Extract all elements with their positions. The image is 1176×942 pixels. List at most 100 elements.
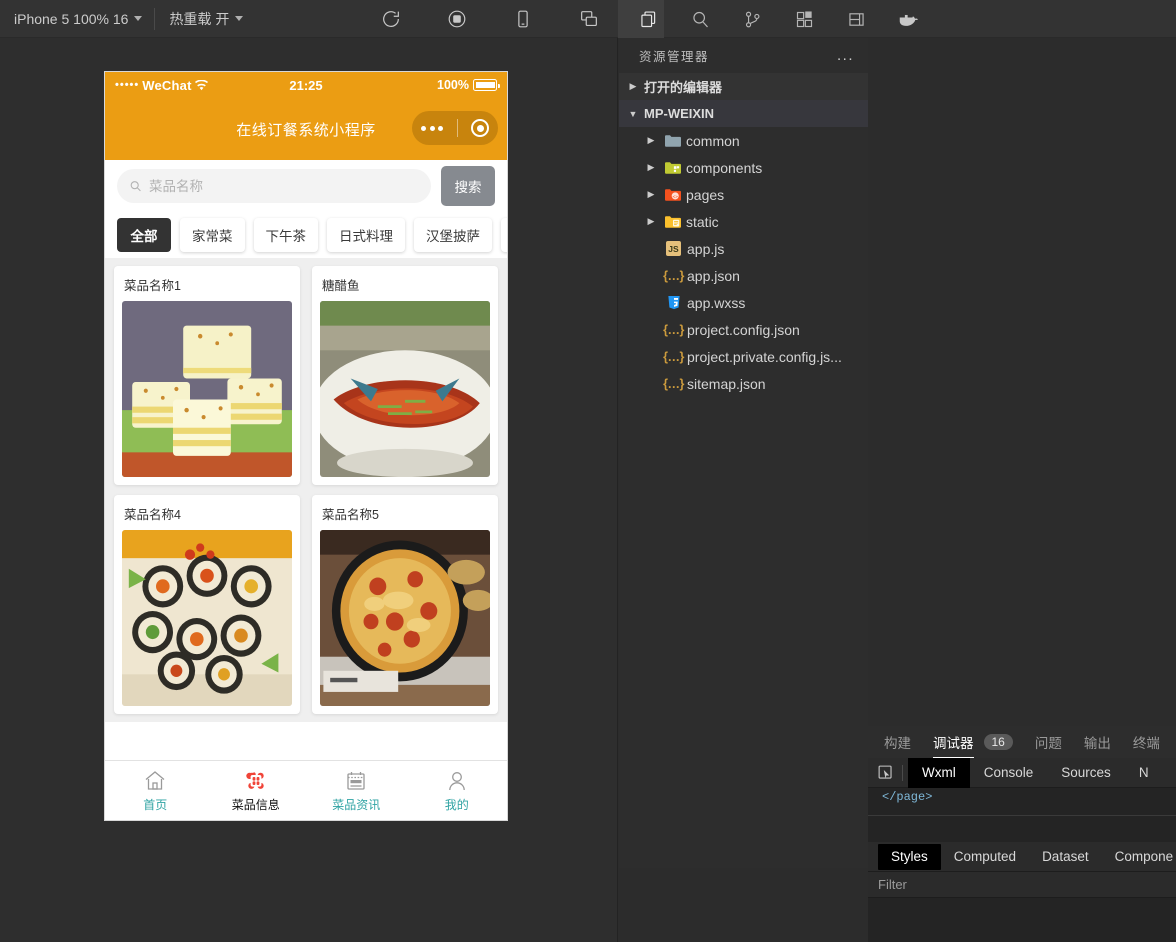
search-icon xyxy=(130,181,141,192)
search-button[interactable]: 搜索 xyxy=(441,166,495,206)
tab-profile[interactable]: 我的 xyxy=(407,769,508,813)
extensions-icon[interactable] xyxy=(788,4,820,34)
category-tab-all[interactable]: 全部 xyxy=(117,218,171,252)
debugger-panel: 构建 调试器 16 问题 输出 终端 Wxml Console Sources … xyxy=(868,726,1176,942)
hot-reload-selector[interactable]: 热重载 开 xyxy=(155,0,255,38)
page-title: 在线订餐系统小程序 xyxy=(236,121,376,139)
search-icon[interactable] xyxy=(684,4,716,34)
tree-item-static[interactable]: ▶ static xyxy=(619,208,868,235)
source-control-icon[interactable] xyxy=(736,4,768,34)
sushi-roll-dish-image xyxy=(122,530,292,706)
category-tab-homestyle[interactable]: 家常菜 xyxy=(180,218,245,252)
battery-area: 100% xyxy=(437,78,500,92)
tab-profile-label: 我的 xyxy=(444,797,469,812)
tree-item-components[interactable]: ▶ components xyxy=(619,154,868,181)
search-row: 搜索 xyxy=(105,160,507,212)
explorer-header: 资源管理器 ... xyxy=(619,38,868,73)
news-icon xyxy=(347,771,365,790)
tab-dish-news[interactable]: 菜品资讯 xyxy=(306,769,407,813)
devtools-tab-wxml[interactable]: Wxml xyxy=(908,757,970,788)
section-mp-weixin-label: MP-WEIXIN xyxy=(644,106,715,121)
tree-item-app-js[interactable]: JS app.js xyxy=(619,235,868,262)
styles-tabs: Styles Computed Dataset Compone xyxy=(868,842,1176,872)
panel-tab-output[interactable]: 输出 xyxy=(1084,726,1111,758)
panel-tabs: 构建 调试器 16 问题 输出 终端 xyxy=(868,726,1176,758)
category-tab-japanese[interactable]: 日式料理 xyxy=(327,218,405,252)
grid-flower-icon xyxy=(246,771,264,789)
search-box[interactable] xyxy=(117,169,431,203)
tree-item-label: app.js xyxy=(687,240,725,257)
category-tab-burgerpizza[interactable]: 汉堡披萨 xyxy=(414,218,492,252)
tree-item-project-private-config[interactable]: {…} project.private.config.js... xyxy=(619,343,868,370)
json-file-icon: {…} xyxy=(663,322,684,337)
inspect-element-icon[interactable] xyxy=(868,758,902,788)
phone-simulator: ••••• WeChat 21:25 100% 在线订餐系统小程序 菜品名称 搜… xyxy=(105,72,507,820)
styles-tab-component[interactable]: Compone xyxy=(1102,844,1176,870)
dish-card[interactable]: 菜品名称5 xyxy=(312,495,498,714)
device-selector[interactable]: iPhone 5 100% 16 xyxy=(0,0,154,38)
more-dots-icon[interactable] xyxy=(421,125,443,131)
refresh-icon[interactable] xyxy=(375,4,407,34)
home-icon xyxy=(145,770,165,790)
editor-watermark: 在打开的文件之间切换 在文件中查找 切换终端 切换面板 切换侧边栏可见性 xyxy=(868,273,1176,530)
docker-icon[interactable] xyxy=(892,4,924,34)
simulator-pane: ••••• WeChat 21:25 100% 在线订餐系统小程序 菜品名称 搜… xyxy=(0,38,618,942)
toolbar-action-icons xyxy=(375,4,605,34)
devtools-tabs: Wxml Console Sources N xyxy=(868,757,1176,788)
devtools-tab-network[interactable]: N xyxy=(1125,758,1163,788)
devtools-tab-sources[interactable]: Sources xyxy=(1047,758,1125,788)
wxml-code-line: </page> xyxy=(868,788,1176,816)
remote-debug-icon[interactable] xyxy=(573,4,605,34)
copy-files-icon[interactable] xyxy=(632,4,664,34)
chevron-down-icon: ▼ xyxy=(628,108,638,119)
tree-item-label: static xyxy=(686,213,719,230)
styles-filter-input[interactable] xyxy=(878,877,1176,892)
category-tab-afternoontea[interactable]: 下午茶 xyxy=(253,218,318,252)
dish-name: 糖醋鱼 xyxy=(322,279,360,293)
styles-filter-row[interactable] xyxy=(868,872,1176,898)
wechat-capsule-button[interactable] xyxy=(412,111,498,145)
sweet-sour-fish-dish-image xyxy=(320,301,490,477)
panel-tab-problems[interactable]: 问题 xyxy=(1035,726,1062,758)
dish-card[interactable]: 糖醋鱼 xyxy=(312,266,498,485)
devtools-tab-console[interactable]: Console xyxy=(970,758,1048,788)
tab-dish-info[interactable]: 菜品信息 xyxy=(206,769,307,813)
dish-card[interactable]: 菜品名称1 xyxy=(114,266,300,485)
hot-reload-label: 热重载 开 xyxy=(169,10,230,27)
section-mp-weixin[interactable]: ▼ MP-WEIXIN xyxy=(619,100,868,127)
chevron-down-icon xyxy=(134,16,143,21)
battery-percent-label: 100% xyxy=(437,78,469,92)
tree-item-app-wxss[interactable]: app.wxss xyxy=(619,289,868,316)
section-open-editors[interactable]: ▶ 打开的编辑器 xyxy=(619,73,868,100)
panel-tab-debugger[interactable]: 调试器 xyxy=(933,726,974,758)
styles-tab-dataset[interactable]: Dataset xyxy=(1029,844,1102,870)
layout-icon[interactable] xyxy=(840,4,872,34)
styles-tab-styles[interactable]: Styles xyxy=(878,843,941,870)
panel-tab-terminal[interactable]: 终端 xyxy=(1133,726,1160,758)
panel-tab-build[interactable]: 构建 xyxy=(884,726,911,758)
more-actions-icon[interactable]: ... xyxy=(837,47,854,64)
watermark-line: 在打开的文件之间切换 xyxy=(948,273,1176,294)
tree-item-pages[interactable]: ▶ <> pages xyxy=(619,181,868,208)
dish-name: 菜品名称5 xyxy=(322,508,379,522)
compile-stop-icon[interactable] xyxy=(441,4,473,34)
tab-home[interactable]: 首页 xyxy=(105,769,206,813)
tree-item-project-config-json[interactable]: {…} project.config.json xyxy=(619,316,868,343)
tree-item-common[interactable]: ▶ common xyxy=(619,127,868,154)
tree-item-label: sitemap.json xyxy=(687,375,766,392)
styles-tab-computed[interactable]: Computed xyxy=(941,844,1029,870)
phone-status-bar: ••••• WeChat 21:25 100% xyxy=(105,72,507,98)
close-target-icon[interactable] xyxy=(471,119,489,137)
carrier-area: ••••• WeChat xyxy=(115,78,208,93)
dish-card[interactable]: 菜品名称4 xyxy=(114,495,300,714)
tab-home-label: 首页 xyxy=(143,797,168,812)
tree-item-label: app.wxss xyxy=(687,294,746,311)
tree-item-label: project.config.json xyxy=(687,321,800,338)
preview-phone-icon[interactable] xyxy=(507,4,539,34)
chevron-right-icon: ▶ xyxy=(647,189,655,199)
category-tab-overflow[interactable] xyxy=(501,218,507,252)
tree-item-app-json[interactable]: {…} app.json xyxy=(619,262,868,289)
battery-icon xyxy=(473,79,500,91)
search-input[interactable] xyxy=(149,178,419,194)
tree-item-sitemap-json[interactable]: {…} sitemap.json xyxy=(619,370,868,397)
